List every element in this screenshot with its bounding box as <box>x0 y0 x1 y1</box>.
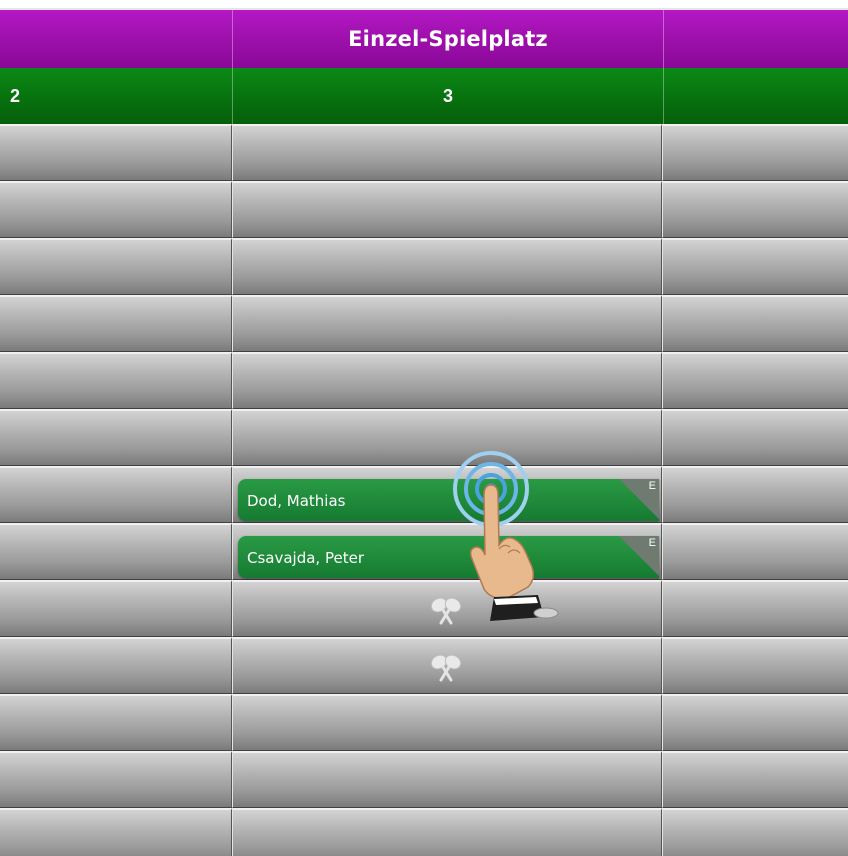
slot-cell[interactable] <box>662 637 848 694</box>
slot-cell[interactable] <box>232 751 662 808</box>
slot-cell[interactable] <box>232 295 662 352</box>
booking-type-badge: E <box>648 480 656 492</box>
slot-cell[interactable] <box>662 409 848 466</box>
court-header-right <box>663 10 848 68</box>
slot-cell[interactable] <box>232 580 662 637</box>
slot-cell[interactable] <box>0 238 232 295</box>
slot-cell[interactable] <box>0 124 232 181</box>
slot-cell[interactable] <box>662 523 848 580</box>
slot-cell[interactable] <box>0 694 232 751</box>
slot-row: E Csavajda, Peter <box>0 523 848 580</box>
court-title[interactable]: Einzel-Spielplatz <box>232 10 663 68</box>
slot-cell[interactable] <box>662 580 848 637</box>
court-header-left <box>0 10 232 68</box>
slot-cell[interactable] <box>232 124 662 181</box>
slot-cell[interactable] <box>0 751 232 808</box>
slot-cell[interactable] <box>232 694 662 751</box>
crossed-rackets-icon <box>430 654 462 682</box>
slot-cell[interactable] <box>0 352 232 409</box>
court-number-next[interactable] <box>663 68 848 124</box>
slot-row <box>0 295 848 352</box>
slot-cell[interactable] <box>0 523 232 580</box>
top-strip <box>0 0 848 10</box>
court-number-2[interactable]: 2 <box>0 68 232 124</box>
slot-cell[interactable] <box>232 409 662 466</box>
slot-cell[interactable] <box>0 409 232 466</box>
slot-row <box>0 637 848 694</box>
court-number-3[interactable]: 3 <box>232 68 663 124</box>
slot-cell[interactable] <box>0 808 232 856</box>
booking-type-badge: E <box>648 537 656 549</box>
slot-row <box>0 808 848 856</box>
slot-row <box>0 751 848 808</box>
slot-cell[interactable]: E Csavajda, Peter <box>232 523 662 580</box>
slot-cell[interactable] <box>232 352 662 409</box>
slot-cell[interactable] <box>0 580 232 637</box>
slot-row <box>0 181 848 238</box>
booking-grid: E Dod, Mathias E Csavajda, Peter <box>0 124 848 856</box>
slot-cell[interactable] <box>662 352 848 409</box>
slot-row <box>0 238 848 295</box>
slot-cell[interactable] <box>662 466 848 523</box>
slot-cell[interactable] <box>662 181 848 238</box>
slot-cell[interactable] <box>0 637 232 694</box>
slot-cell[interactable] <box>662 694 848 751</box>
slot-cell[interactable] <box>662 751 848 808</box>
slot-cell[interactable] <box>662 238 848 295</box>
slot-row <box>0 694 848 751</box>
slot-cell[interactable] <box>0 466 232 523</box>
booking-card[interactable]: E Dod, Mathias <box>238 479 659 521</box>
booking-card[interactable]: E Csavajda, Peter <box>238 536 659 578</box>
slot-row <box>0 352 848 409</box>
slot-cell[interactable] <box>232 808 662 856</box>
slot-cell[interactable]: E Dod, Mathias <box>232 466 662 523</box>
slot-cell[interactable] <box>0 181 232 238</box>
slot-cell[interactable] <box>232 238 662 295</box>
booking-player-name: Dod, Mathias <box>247 492 346 510</box>
slot-row <box>0 409 848 466</box>
booking-player-name: Csavajda, Peter <box>247 549 364 567</box>
slot-cell[interactable] <box>662 124 848 181</box>
court-header-row: Einzel-Spielplatz <box>0 10 848 68</box>
court-number-row: 2 3 <box>0 68 848 124</box>
slot-row: E Dod, Mathias <box>0 466 848 523</box>
slot-cell[interactable] <box>662 808 848 856</box>
slot-row <box>0 124 848 181</box>
slot-cell[interactable] <box>232 637 662 694</box>
crossed-rackets-icon <box>430 597 462 625</box>
slot-cell[interactable] <box>232 181 662 238</box>
slot-cell[interactable] <box>0 295 232 352</box>
slot-row <box>0 580 848 637</box>
slot-cell[interactable] <box>662 295 848 352</box>
